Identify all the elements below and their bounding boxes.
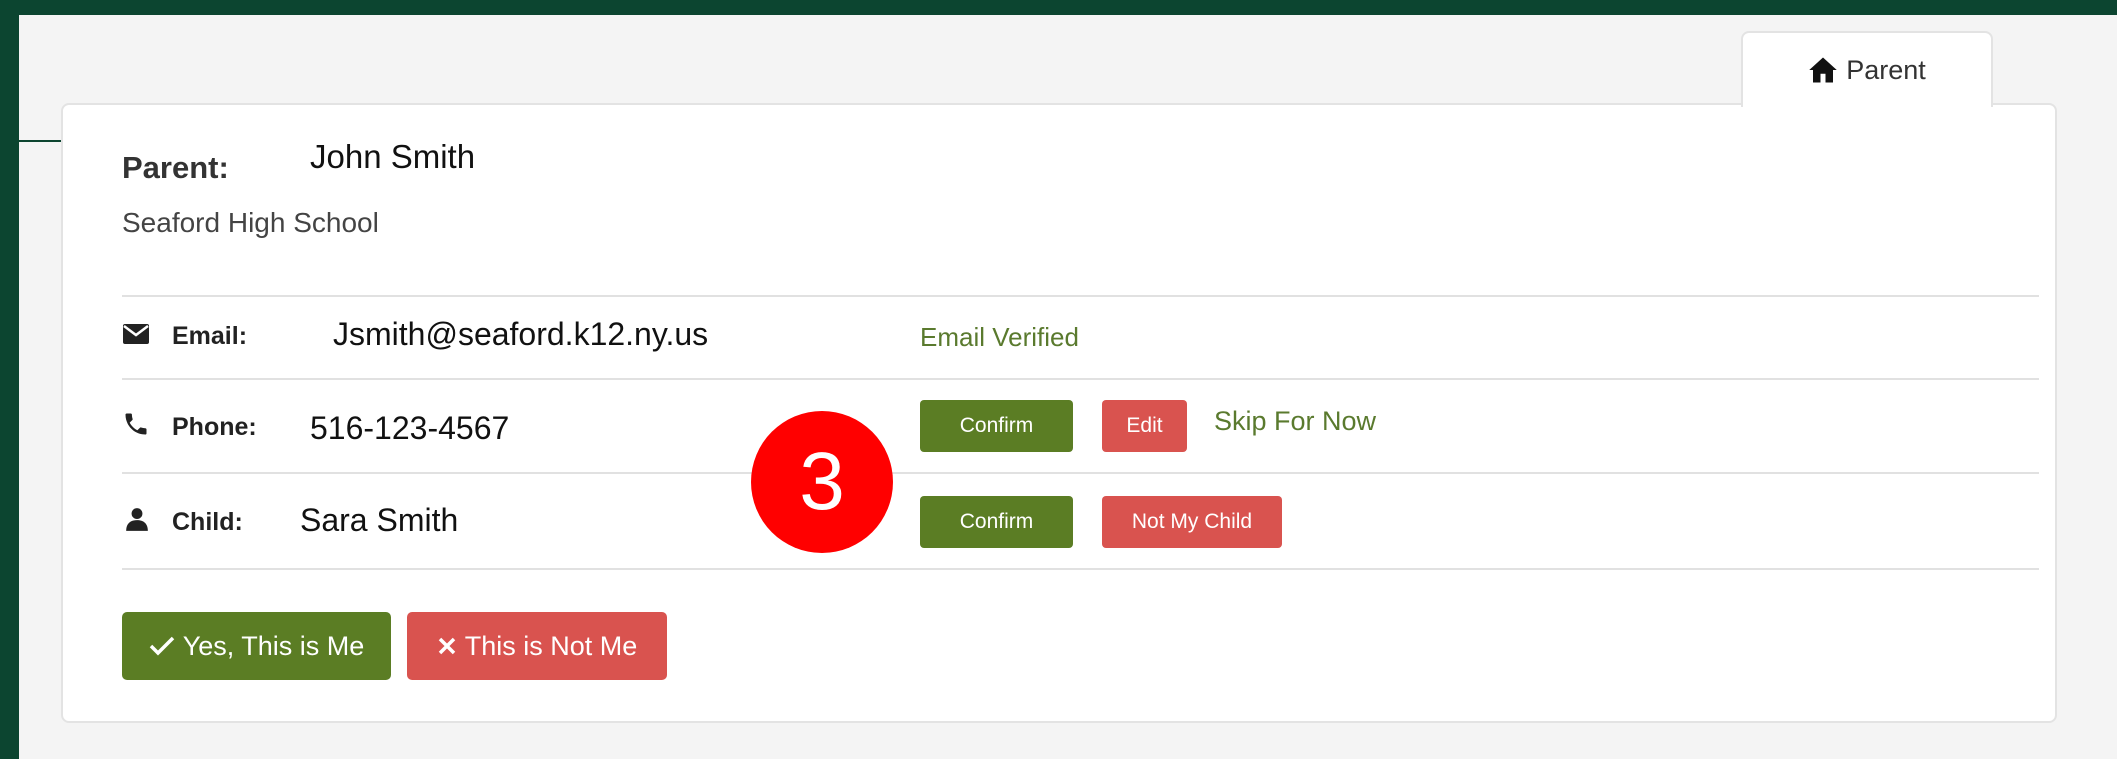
divider bbox=[122, 568, 2039, 570]
email-verified-status: Email Verified bbox=[920, 322, 1079, 352]
parent-name: John Smith bbox=[310, 138, 476, 175]
phone-value: 516-123-4567 bbox=[310, 410, 510, 446]
divider bbox=[122, 295, 2039, 297]
phone-icon bbox=[125, 413, 147, 435]
no-button-label: This is Not Me bbox=[464, 630, 638, 661]
child-label: Child: bbox=[172, 508, 243, 536]
tab-label: Parent bbox=[1846, 54, 1926, 85]
email-label: Email: bbox=[172, 322, 248, 350]
school-name: Seaford High School bbox=[122, 207, 379, 238]
divider bbox=[122, 472, 2039, 474]
child-value: Sara Smith bbox=[300, 502, 459, 538]
tab-parent[interactable]: Parent bbox=[1741, 31, 1993, 107]
this-is-not-me-button[interactable]: This is Not Me bbox=[407, 612, 667, 680]
home-icon bbox=[1809, 57, 1837, 83]
close-icon bbox=[438, 637, 455, 655]
yes-this-is-me-button[interactable]: Yes, This is Me bbox=[122, 612, 391, 680]
step-number-badge: 3 bbox=[751, 411, 893, 553]
email-value: Jsmith@seaford.k12.ny.us bbox=[333, 316, 709, 352]
envelope-icon bbox=[123, 324, 149, 344]
divider bbox=[122, 378, 2039, 380]
skip-for-now-link[interactable]: Skip For Now bbox=[1214, 406, 1376, 437]
confirm-phone-button[interactable]: Confirm bbox=[920, 400, 1073, 452]
parent-label: Parent: bbox=[122, 150, 229, 185]
phone-label: Phone: bbox=[172, 413, 257, 441]
not-my-child-button[interactable]: Not My Child bbox=[1102, 496, 1282, 548]
confirm-child-button[interactable]: Confirm bbox=[920, 496, 1073, 548]
edit-phone-button[interactable]: Edit bbox=[1102, 400, 1187, 452]
yes-button-label: Yes, This is Me bbox=[182, 630, 365, 661]
checkmark-icon bbox=[149, 636, 174, 656]
user-icon bbox=[126, 508, 148, 531]
